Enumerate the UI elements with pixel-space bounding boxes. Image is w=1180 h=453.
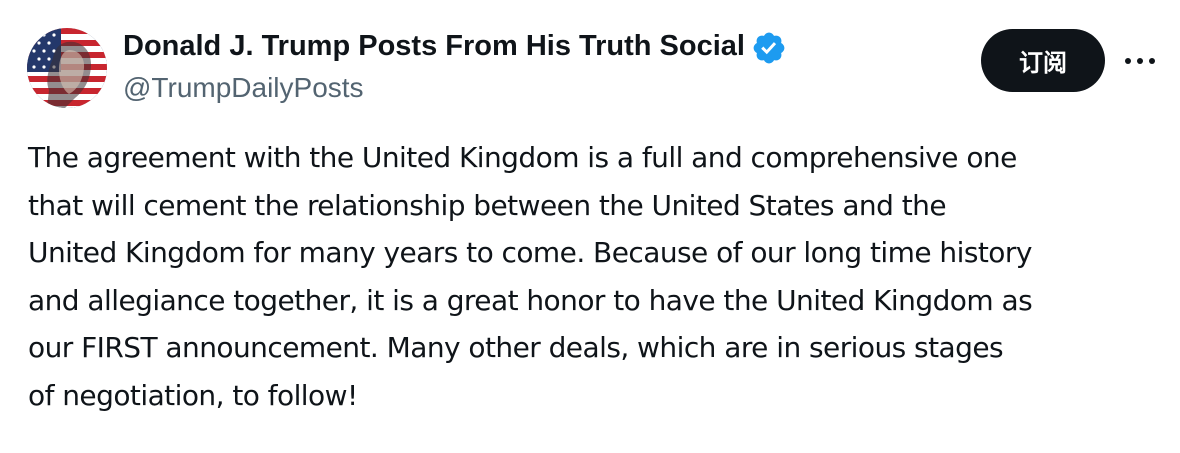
subscribe-button[interactable]: 订阅 (981, 29, 1105, 92)
author-display-name[interactable]: Donald J. Trump Posts From His Truth Soc… (123, 28, 745, 64)
avatar-flag-portrait-image (27, 28, 107, 108)
post-text-line: our FIRST announcement. Many other deals… (28, 331, 1004, 365)
avatar[interactable] (27, 28, 107, 108)
more-options-button[interactable] (1120, 46, 1160, 76)
more-horizontal-icon (1125, 58, 1155, 64)
author-handle[interactable]: @TrumpDailyPosts (123, 70, 364, 106)
post-text-line: that will cement the relationship betwee… (28, 188, 947, 222)
post-text-line: The agreement with the United Kingdom is… (28, 141, 1017, 174)
verified-badge-icon (753, 32, 785, 64)
post-text: The agreement with the United Kingdom is… (28, 134, 1168, 420)
post-text-line: United Kingdom for many years to come. B… (28, 236, 1032, 270)
post-text-line: of negotiation, to follow! (28, 378, 358, 412)
post-text-line: and allegiance together, it is a great h… (28, 283, 1033, 317)
